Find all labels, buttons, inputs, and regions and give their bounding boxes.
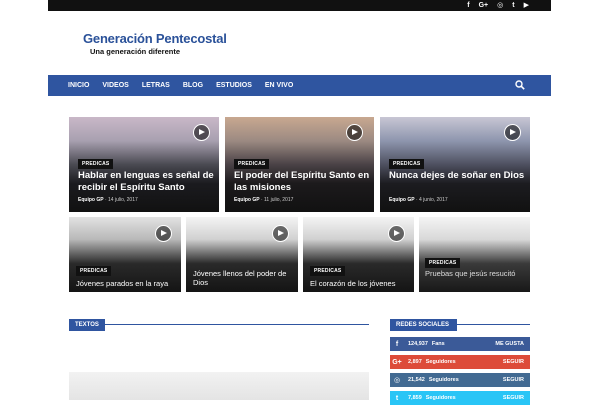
category-badge[interactable]: PREDICAS bbox=[78, 159, 114, 169]
section-header-textos: TEXTOS bbox=[69, 313, 369, 331]
category-badge[interactable]: PREDICAS bbox=[76, 266, 112, 276]
post-date: 11 julio, 2017 bbox=[264, 197, 294, 203]
counter-unit: Fans bbox=[431, 341, 445, 347]
site-logo-subtitle: Una generación diferente bbox=[90, 47, 181, 56]
nav-item-letras[interactable]: LETRAS bbox=[142, 82, 170, 89]
site-logo-title[interactable]: Generación Pentecostal bbox=[83, 31, 227, 46]
search-icon[interactable] bbox=[515, 80, 525, 90]
facebook-icon[interactable]: f bbox=[467, 0, 469, 11]
top-social-icons: f G+ ◎ t ▶ bbox=[467, 0, 529, 11]
play-icon[interactable] bbox=[193, 124, 210, 141]
small-post-card[interactable]: PREDICAS Pruebas que jesús resucitó bbox=[419, 217, 530, 292]
post-title[interactable]: El corazón de los jóvenes bbox=[310, 279, 410, 288]
google-plus-icon: G+ bbox=[392, 358, 402, 366]
play-icon[interactable] bbox=[388, 225, 405, 242]
post-title[interactable]: Jóvenes llenos del poder de Dios bbox=[193, 269, 293, 287]
follow-button[interactable]: SEGUIR bbox=[503, 377, 524, 383]
post-author[interactable]: Equipo GP bbox=[234, 197, 260, 203]
post-meta: Equipo GP · 11 julio, 2017 bbox=[234, 197, 294, 203]
post-title[interactable]: Pruebas que jesús resucitó bbox=[425, 269, 525, 278]
counter-unit: Seguidores bbox=[425, 359, 456, 365]
instagram-icon[interactable]: ◎ bbox=[497, 0, 503, 11]
category-badge[interactable]: PREDICAS bbox=[234, 159, 270, 169]
counter-value: 21,542 bbox=[408, 377, 425, 383]
post-meta: Equipo GP · 4 junio, 2017 bbox=[389, 197, 448, 203]
twitter-icon[interactable]: t bbox=[512, 0, 514, 11]
small-post-card[interactable]: PREDICAS Jóvenes parados en la raya bbox=[69, 217, 181, 292]
featured-card[interactable]: PREDICAS El poder del Espíritu Santo en … bbox=[225, 117, 374, 212]
nav-item-estudios[interactable]: ESTUDIOS bbox=[216, 82, 252, 89]
instagram-counter[interactable]: ◎ 21,542 Seguidores SEGUIR bbox=[390, 373, 530, 387]
category-badge[interactable]: PREDICAS bbox=[389, 159, 425, 169]
post-meta: Equipo GP · 14 julio, 2017 bbox=[78, 197, 138, 203]
section-title: TEXTOS bbox=[69, 319, 105, 331]
section-title: REDES SOCIALES bbox=[390, 319, 457, 331]
nav-item-videos[interactable]: VIDEOS bbox=[102, 82, 128, 89]
play-icon[interactable] bbox=[346, 124, 363, 141]
counter-unit: Seguidores bbox=[428, 377, 459, 383]
category-badge[interactable]: PREDICAS bbox=[425, 258, 461, 268]
counter-value: 7,859 bbox=[408, 395, 422, 401]
small-post-card[interactable]: PREDICAS El corazón de los jóvenes bbox=[303, 217, 414, 292]
section-header-redes-sociales: REDES SOCIALES bbox=[390, 313, 530, 331]
counter-unit: Seguidores bbox=[425, 395, 456, 401]
play-icon[interactable] bbox=[155, 225, 172, 242]
facebook-icon: f bbox=[395, 340, 399, 348]
post-title[interactable]: Jóvenes parados en la raya bbox=[76, 279, 180, 288]
facebook-counter[interactable]: f 124,937 Fans ME GUSTA bbox=[390, 337, 530, 351]
youtube-icon[interactable]: ▶ bbox=[524, 0, 529, 11]
post-date: 14 julio, 2017 bbox=[108, 197, 138, 203]
counter-value: 2,897 bbox=[408, 359, 422, 365]
post-title[interactable]: Nunca dejes de soñar en Dios bbox=[389, 170, 527, 182]
play-icon[interactable] bbox=[504, 124, 521, 141]
like-button[interactable]: ME GUSTA bbox=[495, 341, 524, 347]
category-badge[interactable]: PREDICAS bbox=[310, 266, 346, 276]
post-date: 4 junio, 2017 bbox=[419, 197, 448, 203]
play-icon[interactable] bbox=[272, 225, 289, 242]
google-plus-icon[interactable]: G+ bbox=[479, 0, 489, 11]
post-title[interactable]: Hablar en lenguas es señal de recibir el… bbox=[78, 170, 218, 194]
featured-card[interactable]: PREDICAS Nunca dejes de soñar en Dios Eq… bbox=[380, 117, 530, 212]
follow-button[interactable]: SEGUIR bbox=[503, 359, 524, 365]
featured-card[interactable]: PREDICAS Hablar en lenguas es señal de r… bbox=[69, 117, 219, 212]
main-nav: INICIO VIDEOS LETRAS BLOG ESTUDIOS EN VI… bbox=[48, 75, 551, 96]
post-author[interactable]: Equipo GP bbox=[78, 197, 104, 203]
follow-button[interactable]: SEGUIR bbox=[503, 395, 524, 401]
post-author[interactable]: Equipo GP bbox=[389, 197, 415, 203]
nav-item-inicio[interactable]: INICIO bbox=[68, 82, 89, 89]
google-plus-counter[interactable]: G+ 2,897 Seguidores SEGUIR bbox=[390, 355, 530, 369]
nav-item-en-vivo[interactable]: EN VIVO bbox=[265, 82, 293, 89]
twitter-icon: t bbox=[395, 394, 399, 402]
nav-item-blog[interactable]: BLOG bbox=[183, 82, 203, 89]
instagram-icon: ◎ bbox=[393, 377, 401, 384]
post-title[interactable]: El poder del Espíritu Santo en las misio… bbox=[234, 170, 372, 194]
textos-post-image[interactable] bbox=[69, 372, 369, 400]
small-post-card[interactable]: Jóvenes llenos del poder de Dios bbox=[186, 217, 298, 292]
counter-value: 124,937 bbox=[408, 341, 428, 347]
top-bar: f G+ ◎ t ▶ bbox=[48, 0, 551, 11]
twitter-counter[interactable]: t 7,859 Seguidores SEGUIR bbox=[390, 391, 530, 405]
